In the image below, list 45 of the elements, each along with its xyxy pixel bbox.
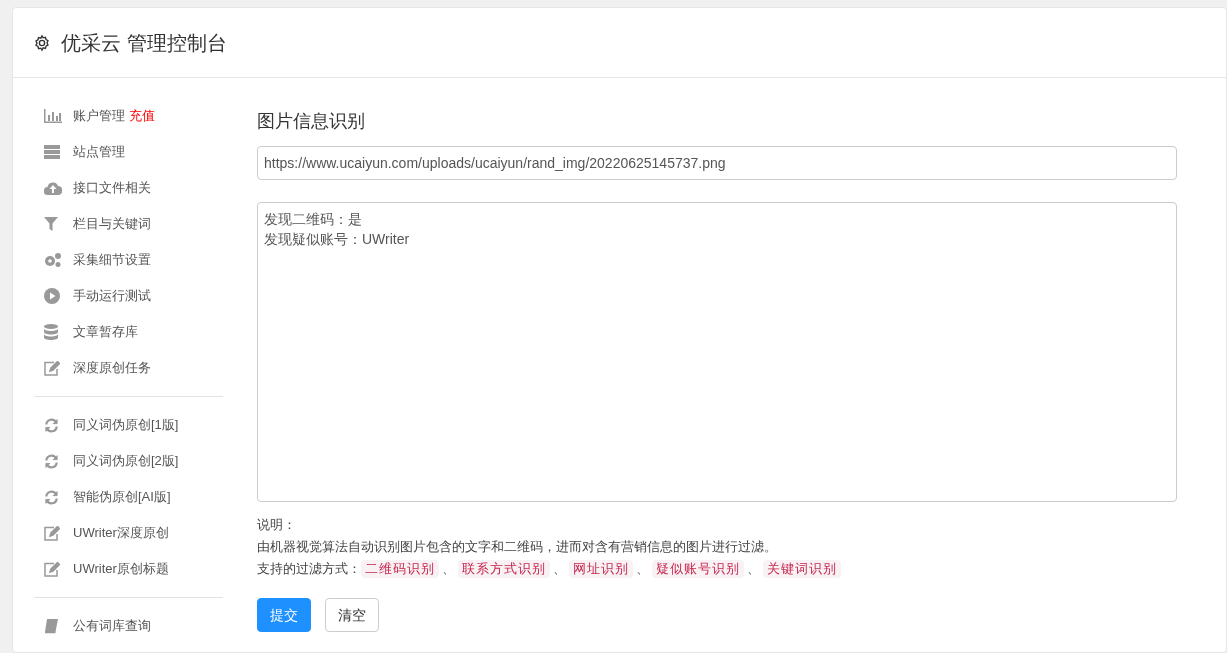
sidebar-item[interactable]: 栏目与关键词	[33, 206, 222, 242]
filter-method-tag: 二维码识别	[361, 560, 439, 578]
sidebar-item[interactable]: 公有词库查询	[33, 608, 222, 644]
separator-mark: 、	[442, 561, 455, 578]
edit-icon	[44, 525, 60, 541]
sidebar-item[interactable]: 接口文件相关	[33, 170, 222, 206]
sidebar-item[interactable]: 账户管理 充值	[33, 98, 222, 134]
app-title: 优采云 管理控制台	[61, 30, 227, 56]
sidebar-item[interactable]: 智能伪原创[AI版]	[33, 479, 222, 515]
result-textarea[interactable]: 发现二维码：是 发现疑似账号：UWriter	[257, 202, 1177, 502]
filter-method-tag: 联系方式识别	[458, 560, 550, 578]
methods-label: 支持的过滤方式：	[257, 561, 361, 578]
sidebar-item[interactable]: 深度原创任务	[33, 350, 222, 386]
refresh-icon	[44, 453, 59, 469]
sidebar-item[interactable]: 同义词伪原创[1版]	[33, 407, 222, 443]
filter-method-tag: 网址识别	[569, 560, 633, 578]
server-icon	[44, 145, 60, 159]
recharge-link[interactable]: 充值	[129, 106, 155, 126]
clear-button[interactable]: 清空	[325, 598, 379, 632]
sidebar-item[interactable]: 站点管理	[33, 134, 222, 170]
notes-description: 由机器视觉算法自动识别图片包含的文字和二维码，进而对含有营销信息的图片进行过滤。	[257, 539, 777, 556]
settings-icon	[33, 33, 51, 52]
sidebar-item[interactable]: UWriter原创标题	[33, 551, 222, 587]
separator-mark: 、	[747, 561, 760, 578]
play-icon	[44, 288, 60, 304]
notes-heading: 说明：	[257, 517, 296, 534]
separator-mark: 、	[636, 561, 649, 578]
filter-method-tag: 疑似账号识别	[652, 560, 744, 578]
bar-chart-icon	[44, 109, 62, 123]
refresh-icon	[44, 489, 59, 505]
sidebar-item[interactable]: 采集细节设置	[33, 242, 222, 278]
filter-method-tag: 关键词识别	[763, 560, 841, 578]
sidebar-item[interactable]: 手动运行测试	[33, 278, 222, 314]
sidebar-item[interactable]: 同义词伪原创[2版]	[33, 443, 222, 479]
url-field[interactable]: https://www.ucaiyun.com/uploads/ucaiyun/rand_img/20220625145737.png	[257, 146, 1177, 180]
section-title: 图片信息识别	[257, 110, 366, 133]
sidebar-item[interactable]: 文章暂存库	[33, 314, 222, 350]
edit-icon	[44, 360, 60, 376]
cloud-upload-icon	[44, 181, 62, 195]
sidebar-item[interactable]: UWriter深度原创	[33, 515, 222, 551]
database-icon	[44, 324, 58, 340]
separator-mark: 、	[553, 561, 566, 578]
edit-icon	[44, 561, 60, 577]
filter-icon	[44, 217, 58, 231]
refresh-icon	[44, 417, 59, 433]
